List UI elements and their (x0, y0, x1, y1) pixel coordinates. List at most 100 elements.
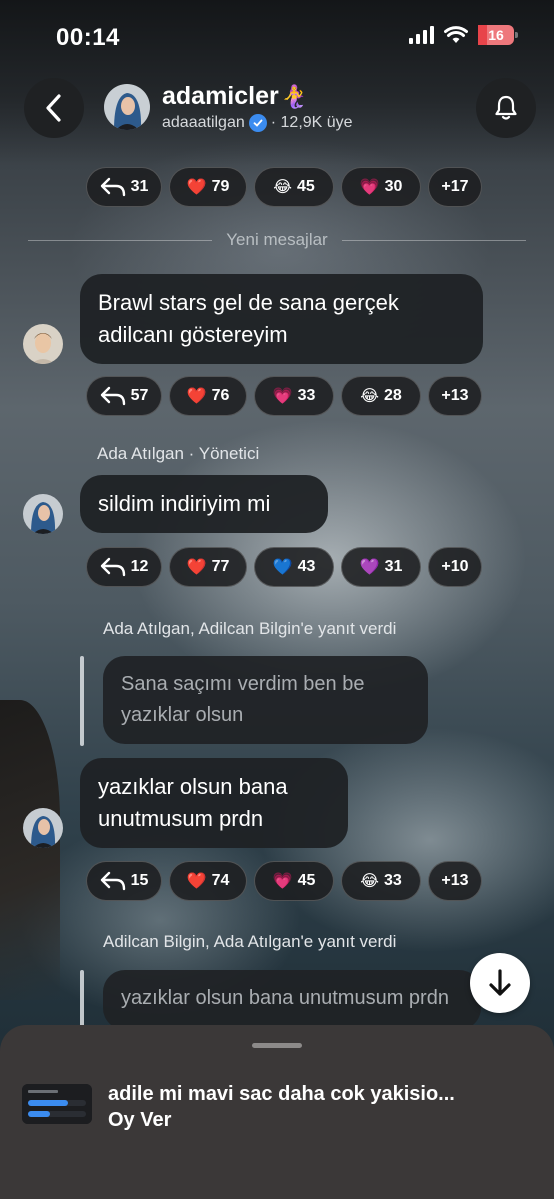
more-reactions-button[interactable]: +13 (428, 861, 482, 901)
background-rock (0, 700, 60, 1000)
reaction-count: 77 (211, 558, 230, 575)
message-bubble[interactable]: sildim indiriyim mi (80, 475, 328, 533)
sender-avatar[interactable] (23, 494, 63, 534)
channel-name: adamicler (162, 82, 279, 110)
reply-arrow-icon (100, 557, 125, 577)
reaction-count: 33 (383, 872, 402, 889)
heart-emoji-icon: ❤️ (186, 873, 207, 890)
poll-title[interactable]: adile mi mavi sac daha cok yakisio... (108, 1083, 528, 1106)
reaction-count: 33 (297, 387, 316, 404)
notifications-button[interactable] (476, 78, 536, 138)
pink-heart-emoji-icon: 💗 (272, 873, 293, 890)
chevron-left-icon (46, 94, 61, 122)
bell-icon (495, 95, 517, 120)
channel-title[interactable]: adamicler 🧜‍♀️ (162, 82, 308, 111)
new-messages-divider: Yeni mesajlar (28, 230, 526, 250)
quoted-message[interactable]: Sana saçımı verdim ben be yazıklar olsun (103, 656, 428, 744)
reaction-pink-heart[interactable]: 💗 30 (341, 167, 421, 207)
reaction-heart[interactable]: ❤️ 74 (169, 861, 247, 901)
member-count: · 12,9K üye (270, 114, 353, 131)
reaction-blue-heart[interactable]: 💙 43 (254, 547, 334, 587)
message-bubble[interactable]: yazıklar olsun bana unutmusum prdn (80, 758, 348, 848)
reply-count: 31 (130, 178, 149, 195)
message-reactions: 12 ❤️ 77 💙 43 💜 31 +10 (86, 547, 482, 587)
verified-badge-icon (248, 114, 267, 132)
divider-line (28, 239, 213, 241)
reply-arrow-icon (100, 177, 125, 197)
wifi-icon (444, 26, 468, 43)
poll-thumbnail (22, 1084, 92, 1124)
reaction-count: 45 (296, 178, 315, 195)
battery-icon: 16 (478, 25, 518, 45)
more-reactions-button[interactable]: +13 (428, 376, 482, 416)
scroll-to-bottom-button[interactable] (470, 953, 530, 1013)
channel-avatar[interactable] (104, 84, 150, 130)
reaction-laugh[interactable]: 😂 45 (254, 167, 334, 207)
message-reactions: 15 ❤️ 74 💗 45 😂 33 +13 (86, 861, 482, 901)
quote-bar (80, 970, 84, 1030)
heart-emoji-icon: ❤️ (186, 179, 207, 196)
more-reactions-button[interactable]: +17 (428, 167, 482, 207)
laugh-emoji-icon: 😂 (273, 179, 292, 196)
reaction-purple-heart[interactable]: 💜 31 (341, 547, 421, 587)
message-text: sildim indiriyim mi (98, 491, 271, 516)
more-reactions-count: +13 (441, 387, 469, 404)
sender-avatar[interactable] (23, 324, 63, 364)
reaction-pink-heart[interactable]: 💗 45 (254, 861, 334, 901)
channel-subtitle: adaaatilgan · 12,9K üye (162, 114, 353, 132)
reply-count-button[interactable]: 57 (86, 376, 162, 416)
message-text: yazıklar olsun bana unutmusum prdn (98, 774, 288, 831)
reply-count-button[interactable]: 15 (86, 861, 162, 901)
divider-line (341, 239, 526, 241)
reaction-count: 79 (211, 178, 230, 195)
quote-bar (80, 656, 84, 746)
reply-count: 15 (130, 872, 149, 889)
reply-arrow-icon (100, 386, 125, 406)
reaction-laugh[interactable]: 😂 28 (341, 376, 421, 416)
status-time: 00:14 (56, 24, 120, 51)
reaction-count: 28 (383, 387, 402, 404)
reply-count: 12 (130, 558, 149, 575)
reaction-pink-heart[interactable]: 💗 33 (254, 376, 334, 416)
channel-handle: adaaatilgan (162, 114, 245, 131)
previous-message-reactions: 31 ❤️ 79 😂 45 💗 30 +17 (86, 167, 482, 207)
purple-heart-emoji-icon: 💜 (359, 559, 380, 576)
reply-header: Adilcan Bilgin, Ada Atılgan'e yanıt verd… (103, 932, 397, 951)
sender-name[interactable]: Ada Atılgan · Yönetici (97, 444, 259, 464)
heart-emoji-icon: ❤️ (186, 388, 207, 405)
blue-heart-emoji-icon: 💙 (272, 559, 293, 576)
vote-button[interactable]: Oy Ver (108, 1109, 171, 1132)
reply-count-button[interactable]: 31 (86, 167, 162, 207)
reply-arrow-icon (100, 871, 125, 891)
sender-avatar[interactable] (23, 808, 63, 848)
message-bubble[interactable]: Brawl stars gel de sana gerçek adilcanı … (80, 274, 483, 364)
pink-heart-emoji-icon: 💗 (359, 179, 380, 196)
message-reactions: 57 ❤️ 76 💗 33 😂 28 +13 (86, 376, 482, 416)
more-reactions-button[interactable]: +10 (428, 547, 482, 587)
quoted-text: Sana saçımı verdim ben be yazıklar olsun (121, 673, 365, 726)
reaction-count: 45 (297, 872, 316, 889)
heart-emoji-icon: ❤️ (186, 559, 207, 576)
back-button[interactable] (24, 78, 84, 138)
reaction-laugh[interactable]: 😂 33 (341, 861, 421, 901)
reaction-heart[interactable]: ❤️ 77 (169, 547, 247, 587)
cellular-signal-icon (409, 26, 434, 44)
message-text: Brawl stars gel de sana gerçek adilcanı … (98, 290, 399, 347)
reaction-count: 74 (211, 872, 230, 889)
reply-header: Ada Atılgan, Adilcan Bilgin'e yanıt verd… (103, 619, 397, 638)
reaction-count: 30 (384, 178, 403, 195)
reaction-heart[interactable]: ❤️ 76 (169, 376, 247, 416)
quoted-text: yazıklar olsun bana unutmusum prdn (121, 987, 449, 1009)
more-reactions-count: +10 (441, 558, 469, 575)
reaction-count: 76 (211, 387, 230, 404)
pink-heart-emoji-icon: 💗 (272, 388, 293, 405)
sheet-handle[interactable] (252, 1043, 302, 1048)
arrow-down-icon (489, 969, 511, 996)
more-reactions-count: +17 (441, 178, 469, 195)
reaction-heart[interactable]: ❤️ 79 (169, 167, 247, 207)
reply-count-button[interactable]: 12 (86, 547, 162, 587)
laugh-emoji-icon: 😂 (360, 873, 379, 890)
reply-count: 57 (130, 387, 149, 404)
channel-emoji: 🧜‍♀️ (280, 83, 309, 109)
quoted-message[interactable]: yazıklar olsun bana unutmusum prdn (103, 970, 481, 1030)
